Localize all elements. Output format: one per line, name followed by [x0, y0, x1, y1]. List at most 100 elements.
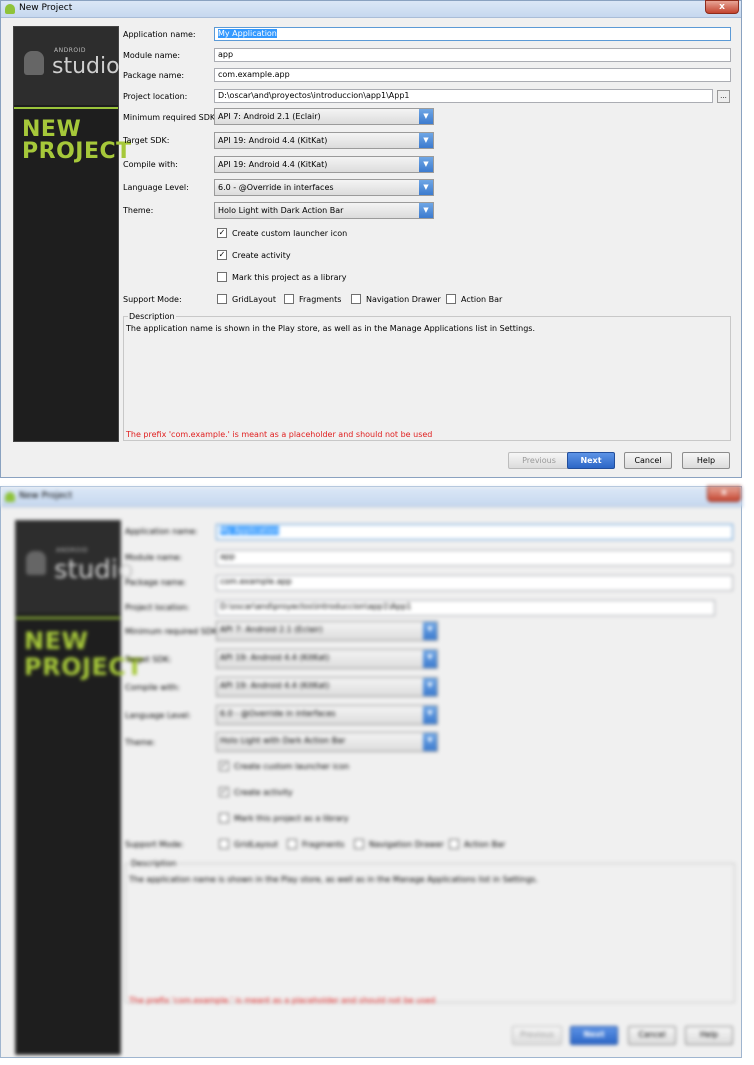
- new-project-dialog: New Project x ANDROID studio NEW PROJECT…: [0, 0, 754, 478]
- gridlayout-label: GridLayout: [232, 295, 276, 304]
- help-button[interactable]: Help: [682, 452, 730, 469]
- action-bar-checkbox[interactable]: [446, 294, 456, 304]
- description-text: The application name is shown in the Pla…: [129, 875, 539, 884]
- create-launcher-icon-checkbox[interactable]: ✓: [217, 228, 227, 238]
- create-activity-checkbox: ✓: [219, 787, 229, 797]
- language-level-value: 6.0 - @Override in interfaces: [218, 183, 334, 192]
- create-activity-label: Create activity: [232, 251, 291, 260]
- logo-studio-text: studio: [52, 54, 120, 79]
- logo-android-text: ANDROID: [56, 547, 88, 554]
- create-launcher-icon-checkbox: ✓: [219, 761, 229, 771]
- studio-logo: ANDROID studio: [16, 521, 134, 613]
- mark-library-checkbox: [219, 813, 229, 823]
- compile-with-select[interactable]: API 19: Android 4.4 (KitKat) ▼: [214, 156, 434, 173]
- module-name-input[interactable]: app: [214, 48, 731, 62]
- chevron-down-icon[interactable]: ▼: [419, 133, 433, 148]
- target-sdk-label: Target SDK:: [123, 136, 170, 145]
- fragments-label: Fragments: [299, 295, 342, 304]
- mark-library-checkbox[interactable]: [217, 272, 227, 282]
- window-title: New Project: [19, 491, 73, 501]
- min-sdk-value: API 7: Android 2.1 (Eclair): [218, 112, 321, 121]
- theme-value: Holo Light with Dark Action Bar: [218, 206, 344, 215]
- language-level-select[interactable]: 6.0 - @Override in interfaces ▼: [214, 179, 434, 196]
- warning-text: The prefix 'com.example.' is meant as a …: [126, 430, 433, 439]
- min-sdk-select[interactable]: API 7: Android 2.1 (Eclair) ▼: [214, 108, 434, 125]
- accent-divider: [14, 107, 118, 109]
- chevron-down-icon: ▼: [423, 678, 437, 696]
- min-sdk-value: API 7: Android 2.1 (Eclair): [220, 625, 323, 634]
- wizard-side-panel: ANDROID studio NEW PROJECT: [13, 26, 131, 442]
- dialog-window-blurred: New Project x ANDROID studio NEW PROJECT…: [0, 486, 743, 1058]
- studio-logo: ANDROID studio: [14, 27, 120, 105]
- chevron-down-icon: ▼: [423, 706, 437, 724]
- navigation-drawer-checkbox[interactable]: [351, 294, 361, 304]
- chevron-down-icon[interactable]: ▼: [419, 109, 433, 124]
- min-sdk-select: API 7: Android 2.1 (Eclair) ▼: [216, 621, 438, 641]
- theme-label: Theme:: [125, 738, 156, 747]
- language-level-value: 6.0 - @Override in interfaces: [220, 709, 336, 718]
- package-name-input[interactable]: com.example.app: [214, 68, 731, 82]
- close-button[interactable]: x: [705, 0, 739, 14]
- fragments-label: Fragments: [302, 840, 345, 849]
- heading-line2: PROJECT: [22, 139, 132, 164]
- project-location-label: Project location:: [123, 92, 188, 101]
- language-level-label: Language Level:: [125, 711, 191, 720]
- cancel-button[interactable]: Cancel: [624, 452, 672, 469]
- language-level-label: Language Level:: [123, 183, 189, 192]
- compile-with-value: API 19: Android 4.4 (KitKat): [218, 160, 328, 169]
- gridlayout-label: GridLayout: [234, 840, 278, 849]
- support-mode-label: Support Mode:: [125, 840, 184, 849]
- chevron-down-icon[interactable]: ▼: [419, 203, 433, 218]
- target-sdk-select[interactable]: API 19: Android 4.4 (KitKat) ▼: [214, 132, 434, 149]
- chevron-down-icon[interactable]: ▼: [419, 157, 433, 172]
- target-sdk-value: API 19: Android 4.4 (KitKat): [218, 136, 328, 145]
- chevron-down-icon: ▼: [423, 622, 437, 640]
- description-text: The application name is shown in the Pla…: [126, 324, 536, 333]
- compile-with-value: API 19: Android 4.4 (KitKat): [220, 681, 330, 690]
- logo-android-text: ANDROID: [54, 47, 86, 54]
- browse-button[interactable]: ...: [717, 90, 730, 103]
- window-title: New Project: [19, 3, 73, 13]
- project-location-input: D:\oscar\and\proyectos\introduccion\app1…: [216, 600, 715, 616]
- new-project-dialog-blurred: New Project x ANDROID studio NEW PROJECT…: [0, 486, 754, 1058]
- compile-with-label: Compile with:: [123, 160, 178, 169]
- min-sdk-label: Minimum required SDK:: [123, 113, 218, 122]
- application-name-label: Application name:: [125, 527, 198, 536]
- gridlayout-checkbox[interactable]: [217, 294, 227, 304]
- fragments-checkbox: [287, 839, 297, 849]
- project-location-input[interactable]: D:\oscar\and\proyectos\introduccion\app1…: [214, 89, 713, 103]
- create-activity-checkbox[interactable]: ✓: [217, 250, 227, 260]
- chevron-down-icon: ▼: [423, 650, 437, 668]
- wizard-side-panel: ANDROID studio NEW PROJECT: [15, 520, 143, 1055]
- chevron-down-icon[interactable]: ▼: [419, 180, 433, 195]
- navigation-drawer-checkbox: [354, 839, 364, 849]
- next-button[interactable]: Next: [567, 452, 615, 469]
- dialog-window: New Project x ANDROID studio NEW PROJECT…: [0, 0, 742, 478]
- action-bar-label: Action Bar: [461, 295, 503, 304]
- module-name-label: Module name:: [123, 51, 181, 60]
- warning-text: The prefix 'com.example.' is meant as a …: [129, 996, 436, 1005]
- title-bar[interactable]: New Project x: [1, 0, 741, 18]
- gridlayout-checkbox: [219, 839, 229, 849]
- package-name-input: com.example.app: [216, 575, 733, 591]
- description-group: [123, 316, 731, 441]
- mark-library-label: Mark this project as a library: [232, 273, 347, 282]
- language-level-select: 6.0 - @Override in interfaces ▼: [216, 705, 438, 725]
- description-group: [125, 863, 735, 1003]
- close-button: x: [707, 486, 741, 502]
- theme-select: Holo Light with Dark Action Bar ▼: [216, 732, 438, 752]
- create-launcher-icon-label: Create custom launcher icon: [234, 762, 350, 771]
- application-name-input[interactable]: My Application: [214, 27, 731, 41]
- description-title: Description: [128, 312, 176, 321]
- target-sdk-value: API 19: Android 4.4 (KitKat): [220, 653, 330, 662]
- previous-button: Previous: [512, 1026, 562, 1045]
- action-bar-checkbox: [449, 839, 459, 849]
- cancel-button: Cancel: [628, 1026, 676, 1045]
- fragments-checkbox[interactable]: [284, 294, 294, 304]
- theme-select[interactable]: Holo Light with Dark Action Bar ▼: [214, 202, 434, 219]
- navigation-drawer-label: Navigation Drawer: [366, 295, 441, 304]
- create-launcher-icon-label: Create custom launcher icon: [232, 229, 348, 238]
- target-sdk-label: Target SDK:: [125, 655, 172, 664]
- previous-button[interactable]: Previous: [508, 452, 570, 469]
- logo-studio-text: studio: [54, 555, 134, 585]
